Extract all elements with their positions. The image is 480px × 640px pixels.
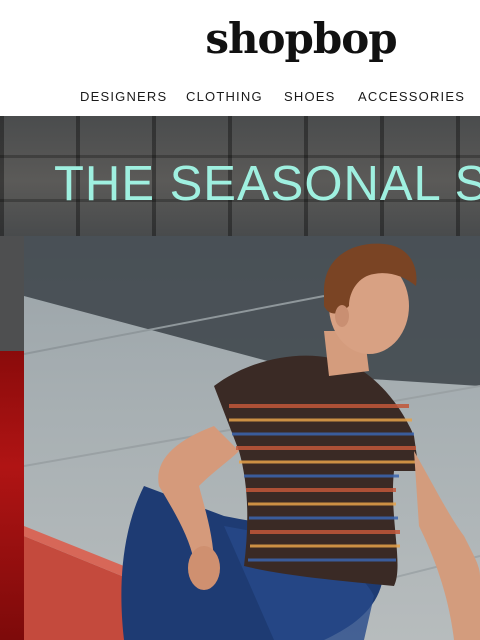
nav-clothing[interactable]: CLOTHING bbox=[186, 89, 263, 104]
hero-red-strip bbox=[0, 351, 24, 640]
hero-banner[interactable]: THE SEASONAL SH bbox=[0, 116, 480, 640]
hero-photo-illustration bbox=[24, 236, 480, 640]
main-nav: DESIGNERS CLOTHING SHOES ACCESSORIES bbox=[0, 89, 480, 107]
nav-designers[interactable]: DESIGNERS bbox=[80, 89, 167, 104]
nav-accessories[interactable]: ACCESSORIES bbox=[358, 89, 465, 104]
brand-logo[interactable]: shopbop bbox=[0, 14, 480, 63]
site-header: shopbop DESIGNERS CLOTHING SHOES ACCESSO… bbox=[0, 0, 480, 116]
hero-title: THE SEASONAL SH bbox=[54, 157, 480, 211]
hero-left-strip bbox=[0, 236, 24, 351]
nav-shoes[interactable]: SHOES bbox=[284, 89, 336, 104]
brand-logo-text: shopbop bbox=[205, 14, 397, 63]
page: shopbop DESIGNERS CLOTHING SHOES ACCESSO… bbox=[0, 0, 480, 640]
hero-photo bbox=[24, 236, 480, 640]
